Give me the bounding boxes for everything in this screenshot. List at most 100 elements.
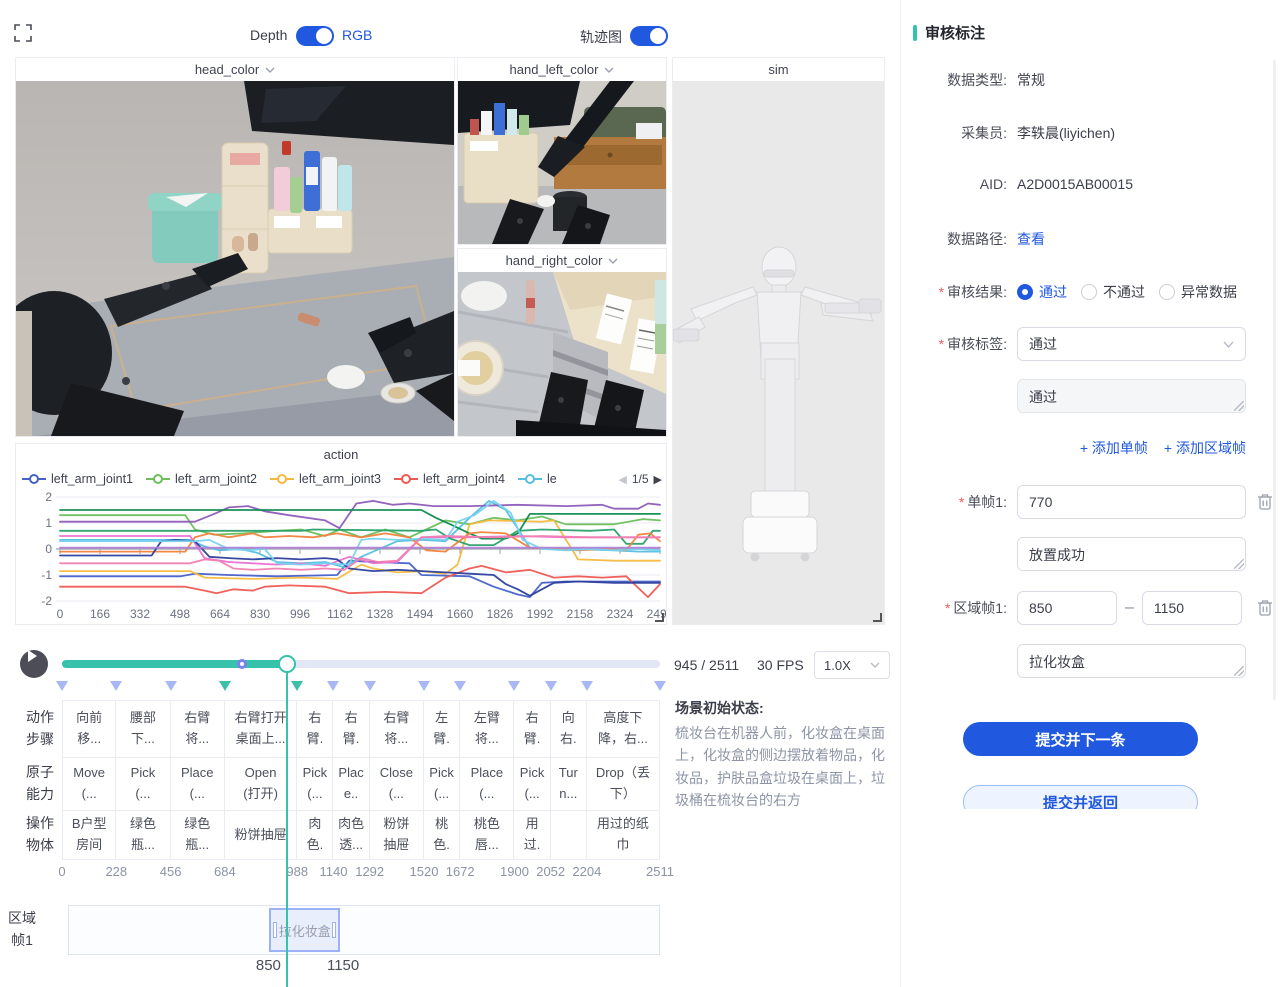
play-button[interactable] xyxy=(20,650,48,678)
svg-text:996: 996 xyxy=(290,607,310,621)
radio-icon xyxy=(1159,284,1175,300)
camera-panel-hand-right: hand_right_color xyxy=(457,248,667,437)
region-handle-right[interactable] xyxy=(332,922,336,938)
radio-pass[interactable]: 通过 xyxy=(1017,282,1067,302)
review-panel-title: 审核标注 xyxy=(913,22,985,43)
svg-text:1328: 1328 xyxy=(367,607,394,621)
app-root: Depth RGB 轨迹图 head_color xyxy=(0,0,1280,987)
frame-marker-icon[interactable] xyxy=(219,681,231,691)
frame-marker-icon[interactable] xyxy=(110,681,122,691)
table-cell: 左 臂. xyxy=(423,700,460,758)
data-path-view-link[interactable]: 查看 xyxy=(1017,229,1045,249)
slider-handle[interactable] xyxy=(278,655,296,673)
svg-text:1494: 1494 xyxy=(407,607,434,621)
trajectory-toggle[interactable] xyxy=(630,26,668,46)
frame-marker-icon[interactable] xyxy=(581,681,593,691)
depth-rgb-toggle[interactable] xyxy=(296,26,334,46)
frame-marker-icon[interactable] xyxy=(654,681,666,691)
fullscreen-icon[interactable] xyxy=(14,24,32,42)
single-frame-note-textarea[interactable]: 放置成功 xyxy=(1017,537,1246,571)
legend-item[interactable]: le xyxy=(518,472,557,486)
table-cell: Plac e.. xyxy=(332,757,369,811)
chart-title: action xyxy=(16,444,666,465)
camera-title-head[interactable]: head_color xyxy=(16,58,454,81)
legend-prev-icon[interactable]: ◀ xyxy=(618,473,626,486)
add-single-frame-link[interactable]: + 添加单帧 xyxy=(1080,438,1148,458)
frame-marker-icon[interactable] xyxy=(291,681,303,691)
legend-item[interactable]: left_arm_joint3 xyxy=(270,472,381,486)
aid-label: AID: xyxy=(901,176,1007,192)
region-frame-track[interactable]: 拉化妆盒 xyxy=(68,905,660,955)
add-region-frame-link[interactable]: + 添加区域帧 xyxy=(1164,438,1246,458)
scrollbar[interactable] xyxy=(1273,60,1276,700)
table-cell: Close (... xyxy=(369,757,424,811)
resize-handle-icon[interactable] xyxy=(1234,401,1244,411)
resize-handle-icon[interactable] xyxy=(1234,559,1244,569)
legend-item[interactable]: left_arm_joint4 xyxy=(394,472,505,486)
frame-marker-icon[interactable] xyxy=(56,681,68,691)
resize-handle-icon[interactable] xyxy=(655,613,664,622)
resize-handle-icon[interactable] xyxy=(873,613,882,622)
action-chart-panel: action left_arm_joint1 left_arm_joint2 lef… xyxy=(15,443,667,625)
trash-icon[interactable] xyxy=(1257,599,1273,617)
radio-icon xyxy=(1081,284,1097,300)
legend-item[interactable]: left_arm_joint1 xyxy=(22,472,133,486)
review-tag-label: *审核标签: xyxy=(901,334,1007,354)
frame-marker-icon[interactable] xyxy=(545,681,557,691)
submit-return-button[interactable]: 提交并返回 xyxy=(963,785,1198,809)
field-data-path: 数据路径: 查看 xyxy=(901,229,1280,249)
add-links-row: + 添加单帧 + 添加区域帧 xyxy=(1017,438,1246,458)
svg-text:2324: 2324 xyxy=(607,607,634,621)
radio-abnormal[interactable]: 异常数据 xyxy=(1159,282,1237,302)
region-start-label: 850 xyxy=(238,957,298,974)
submit-next-button[interactable]: 提交并下一条 xyxy=(963,722,1198,756)
region-note-textarea[interactable]: 拉化妆盒 xyxy=(1017,644,1246,678)
scale-tick-label: 228 xyxy=(94,864,138,879)
camera-image-head xyxy=(16,81,454,436)
rgb-label: RGB xyxy=(342,27,372,43)
frame-marker-icon[interactable] xyxy=(508,681,520,691)
region-start-input[interactable]: 850 xyxy=(1017,591,1117,625)
review-tag-select[interactable]: 通过 xyxy=(1017,327,1246,361)
review-panel: 审核标注 数据类型: 常规 采集员: 李轶晨(liyichen) AID: A2… xyxy=(900,0,1280,987)
svg-text:1162: 1162 xyxy=(327,607,353,621)
single-frame-input[interactable]: 770 xyxy=(1017,485,1246,519)
speed-select[interactable]: 1.0X xyxy=(814,651,890,679)
legend-next-icon[interactable]: ▶ xyxy=(654,473,662,486)
table-cell: Pick (... xyxy=(423,757,460,811)
play-icon xyxy=(28,650,43,662)
table-cell: 绿色 瓶... xyxy=(170,810,225,860)
region-frame-label: *区域帧1: xyxy=(901,598,1007,618)
table-cell: 肉 色. xyxy=(296,810,333,860)
tag-note-textarea[interactable]: 通过 xyxy=(1017,379,1246,413)
camera-title-text: head_color xyxy=(195,62,259,77)
row-label: 操作 物体 xyxy=(18,810,62,860)
radio-fail[interactable]: 不通过 xyxy=(1081,282,1145,302)
trash-icon[interactable] xyxy=(1257,493,1273,511)
table-cell: 粉饼 抽屉 xyxy=(369,810,424,860)
field-region-frame: *区域帧1: 850 – 1150 xyxy=(901,591,1280,625)
legend-item[interactable]: left_arm_joint2 xyxy=(146,472,257,486)
legend-pager: ◀ 1/5 ▶ xyxy=(614,466,662,492)
scale-tick-label: 2511 xyxy=(638,864,682,879)
camera-title-hand-left[interactable]: hand_left_color xyxy=(458,58,666,81)
region-handle-left[interactable] xyxy=(273,922,277,938)
svg-text:664: 664 xyxy=(210,607,230,621)
playback-slider[interactable] xyxy=(62,658,660,670)
camera-title-hand-right[interactable]: hand_right_color xyxy=(458,249,666,272)
frame-marker-icon[interactable] xyxy=(418,681,430,691)
frame-marker-icon[interactable] xyxy=(454,681,466,691)
scene-title: 场景初始状态: xyxy=(675,698,891,718)
slider-fill xyxy=(62,660,287,668)
resize-handle-icon[interactable] xyxy=(1234,666,1244,676)
field-review-tag: *审核标签: 通过 xyxy=(901,327,1280,361)
frame-marker-icon[interactable] xyxy=(364,681,376,691)
playhead-cursor-line xyxy=(286,664,288,987)
frame-marker-icon[interactable] xyxy=(327,681,339,691)
table-cell: 右 臂. xyxy=(513,700,550,758)
timeline-scale: 0228456684988114012921520167219002052220… xyxy=(62,864,702,880)
region-end-input[interactable]: 1150 xyxy=(1142,591,1242,625)
region-frame-box[interactable]: 拉化妆盒 xyxy=(269,908,340,952)
frame-marker-icon[interactable] xyxy=(165,681,177,691)
submit-return-clip: 提交并返回 xyxy=(901,785,1280,809)
